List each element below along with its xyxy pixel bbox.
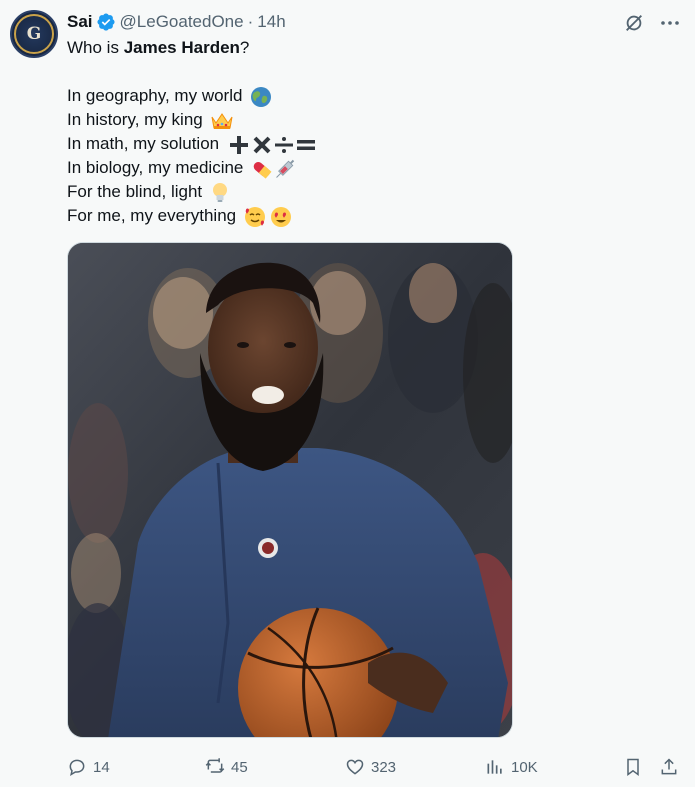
pill-syringe-icon (253, 159, 295, 179)
math-symbols-icon (229, 135, 315, 154)
globe-icon (251, 86, 272, 107)
tweet-line-question: Who is James Harden? (67, 38, 250, 57)
heart-icon (346, 759, 364, 775)
tweet-text: Who is James Harden? In geography, my wo… (67, 36, 657, 228)
reply-button[interactable]: 14 (67, 755, 110, 779)
tweet-line: For the blind, light (67, 180, 657, 204)
grok-icon[interactable] (623, 12, 645, 34)
bookmark-button[interactable] (623, 755, 643, 779)
author-avatar[interactable]: G (10, 10, 58, 58)
tweet-header: Sai @LeGoatedOne · 14h (67, 11, 286, 33)
views-button[interactable]: 10K (485, 755, 538, 779)
reply-icon (69, 759, 85, 777)
avatar-ring: G (14, 14, 54, 54)
verified-badge-icon (96, 13, 115, 31)
more-options-icon[interactable] (659, 12, 681, 34)
bookmark-icon (627, 758, 639, 776)
repost-count: 45 (231, 758, 248, 776)
crown-icon (211, 112, 233, 129)
avatar-monogram: G (26, 24, 42, 44)
author-handle[interactable]: @LeGoatedOne (120, 12, 244, 32)
reply-count: 14 (93, 758, 110, 776)
analytics-icon (487, 760, 502, 774)
share-icon (661, 758, 677, 775)
tweet-line: In math, my solution (67, 132, 657, 156)
tweet-media-photo[interactable] (67, 242, 513, 738)
love-faces-icon (244, 206, 291, 227)
lightbulb-icon (212, 182, 227, 202)
share-button[interactable] (659, 755, 679, 779)
tweet-action-bar: 14 45 323 10K (67, 755, 687, 779)
basketball-player-photo (68, 243, 512, 737)
tweet-top-actions (623, 12, 681, 34)
like-button[interactable]: 323 (345, 755, 396, 779)
repost-button[interactable]: 45 (205, 755, 248, 779)
separator-dot: · (247, 12, 254, 31)
repost-icon (205, 758, 225, 773)
author-name[interactable]: Sai (67, 12, 93, 32)
view-count: 10K (511, 758, 538, 776)
like-count: 323 (371, 758, 397, 776)
tweet-line: For me, my everything (67, 204, 657, 228)
highlight-name: James Harden (123, 38, 240, 57)
tweet-line: In history, my king (67, 108, 657, 132)
tweet-timestamp[interactable]: 14h (257, 12, 285, 32)
tweet-line: In geography, my world (67, 84, 657, 108)
tweet-line: In biology, my medicine (67, 156, 657, 180)
